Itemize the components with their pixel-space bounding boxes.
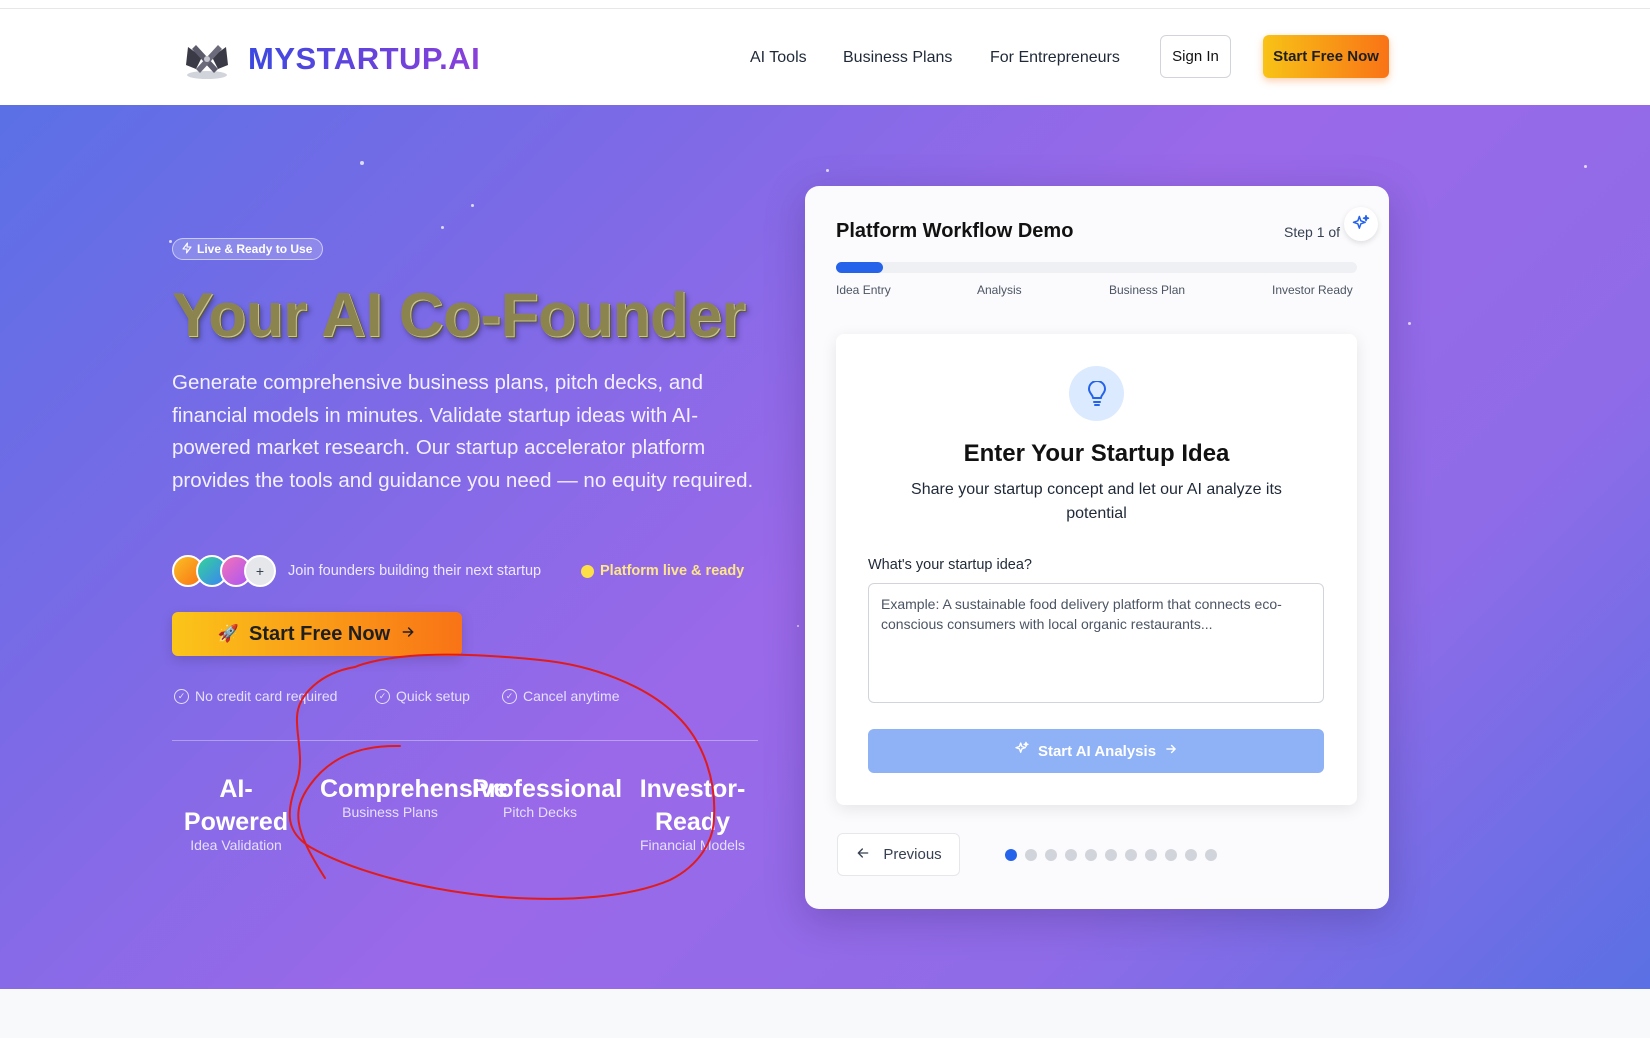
join-founders-text: Join founders building their next startu… (288, 563, 542, 579)
navbar: MYSTARTUP.AI AI Tools Business Plans For… (0, 9, 1650, 105)
panel-title: Enter Your Startup Idea (963, 440, 1230, 467)
stat-professional: Professional Pitch Decks (472, 773, 623, 820)
stat-ai-powered: AI-Powered Idea Validation (180, 773, 292, 853)
stat-investor-ready: Investor-Ready Financial Models (630, 773, 755, 853)
idea-entry-panel: Enter Your Startup Idea Share your start… (836, 334, 1357, 805)
pagination-dot[interactable] (1145, 849, 1157, 861)
pagination-dot[interactable] (1065, 849, 1077, 861)
live-badge-label: Live & Ready to Use (197, 242, 313, 256)
demo-step-indicator: Step 1 of (1284, 224, 1341, 240)
arrow-left-icon (855, 845, 871, 865)
workflow-progress-bar (836, 262, 1357, 273)
stat-comprehensive: Comprehensive Business Plans (320, 773, 508, 820)
nav-link-ai-tools[interactable]: AI Tools (750, 49, 807, 67)
demo-title: Platform Workflow Demo (836, 220, 1074, 242)
check-circle-icon: ✓ (502, 688, 517, 704)
top-border (0, 0, 1650, 9)
stat-value: Professional (472, 775, 623, 803)
stats-divider (172, 740, 758, 741)
stat-caption: Pitch Decks (503, 804, 577, 820)
pagination-dot[interactable] (1205, 849, 1217, 861)
stat-caption: Idea Validation (190, 837, 282, 853)
sparkle-icon[interactable] (1344, 207, 1378, 241)
pagination-dot[interactable] (1045, 849, 1057, 861)
star-decoration (169, 240, 172, 243)
start-ai-analysis-button[interactable]: Start AI Analysis (868, 729, 1324, 773)
pagination-dot[interactable] (1085, 849, 1097, 861)
previous-label: Previous (883, 846, 942, 863)
next-section (0, 989, 1650, 1038)
previous-button[interactable]: Previous (837, 833, 960, 876)
sign-in-button[interactable]: Sign In (1160, 35, 1231, 78)
arrow-right-icon (400, 623, 416, 646)
check-cancel-anytime: ✓ Cancel anytime (502, 688, 620, 704)
nav-link-business-plans[interactable]: Business Plans (843, 49, 952, 67)
star-decoration (1584, 165, 1587, 168)
check-circle-icon: ✓ (174, 688, 189, 704)
check-circle-icon: ✓ (375, 688, 390, 704)
check-no-credit-card: ✓ No credit card required (174, 688, 337, 704)
check-label: Quick setup (396, 688, 470, 704)
lightning-icon (181, 241, 193, 257)
stat-value: Investor-Ready (639, 775, 746, 836)
hero-description: Generate comprehensive business plans, p… (172, 371, 754, 492)
check-label: Cancel anytime (523, 688, 620, 704)
nav-link-for-entrepreneurs[interactable]: For Entrepreneurs (990, 49, 1120, 67)
pagination-dot[interactable] (1025, 849, 1037, 861)
live-status-dot (581, 565, 594, 578)
pagination-dot[interactable] (1185, 849, 1197, 861)
logo-icon[interactable] (182, 39, 232, 81)
lightbulb-icon (1069, 366, 1124, 421)
pagination-dot[interactable] (1005, 849, 1017, 861)
step-label-analysis: Analysis (977, 283, 1022, 297)
live-badge: Live & Ready to Use (172, 238, 324, 260)
rocket-icon: 🚀 (217, 624, 239, 643)
start-free-nav-button[interactable]: Start Free Now (1263, 35, 1389, 78)
star-decoration (797, 625, 799, 627)
arrow-right-icon (1164, 742, 1178, 760)
start-free-hero-button[interactable]: 🚀 Start Free Now (172, 612, 462, 656)
live-status-text: Platform live & ready (600, 563, 745, 579)
avatar-more: + (244, 555, 276, 587)
star-decoration (441, 226, 444, 229)
hero-section: Live & Ready to Use Your AI Co-Founder G… (0, 105, 1650, 989)
star-decoration (360, 161, 364, 165)
workflow-demo-card: Platform Workflow Demo Step 1 of Idea En… (805, 186, 1389, 909)
step-pagination-dots (1005, 849, 1217, 861)
step-label-idea-entry: Idea Entry (836, 283, 891, 297)
step-label-investor-ready: Investor Ready (1272, 283, 1353, 297)
idea-field-label: What's your startup idea? (868, 557, 1032, 573)
pagination-dot[interactable] (1165, 849, 1177, 861)
start-free-hero-label: Start Free Now (249, 622, 391, 645)
stat-caption: Business Plans (342, 804, 438, 820)
stat-value: AI-Powered (183, 775, 289, 836)
stat-caption: Financial Models (639, 837, 746, 853)
workflow-progress-fill (836, 262, 883, 273)
pagination-dot[interactable] (1125, 849, 1137, 861)
panel-description: Share your startup concept and let our A… (911, 481, 1282, 522)
hero-title: Your AI Co-Founder (172, 281, 746, 350)
pagination-dot[interactable] (1105, 849, 1117, 861)
step-label-business-plan: Business Plan (1109, 283, 1186, 297)
startup-idea-input[interactable] (868, 583, 1324, 703)
start-ai-analysis-label: Start AI Analysis (1037, 742, 1157, 760)
check-quick-setup: ✓ Quick setup (375, 688, 470, 704)
sparkle-icon (1014, 741, 1030, 761)
stat-value: Comprehensive (320, 775, 508, 803)
brand-name[interactable]: MYSTARTUP.AI (248, 41, 480, 77)
star-decoration (826, 169, 829, 172)
star-decoration (471, 204, 474, 207)
star-decoration (1408, 322, 1411, 325)
check-label: No credit card required (195, 688, 338, 704)
